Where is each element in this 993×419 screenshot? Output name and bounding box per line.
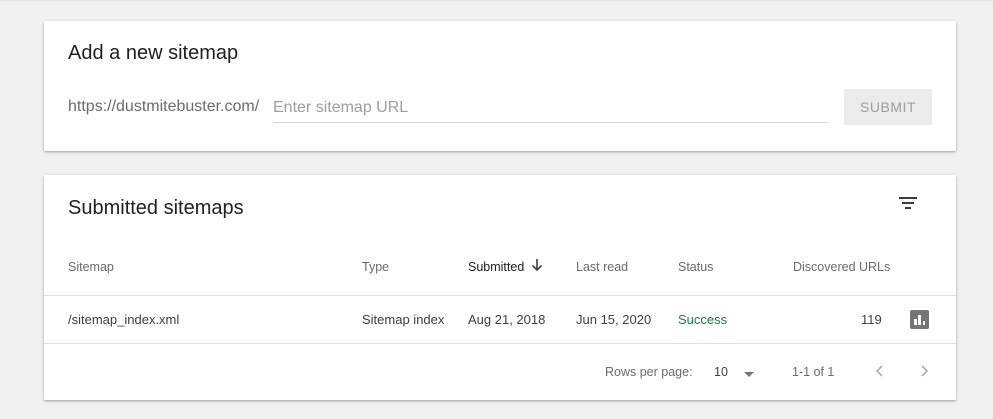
pagination-range: 1-1 of 1 xyxy=(792,365,835,379)
column-header-type[interactable]: Type xyxy=(362,260,389,274)
cell-status: Success xyxy=(678,312,728,327)
cell-sitemap: /sitemap_index.xml xyxy=(68,312,180,327)
row-divider xyxy=(44,343,956,344)
top-shadow-strip xyxy=(0,0,993,2)
cell-type: Sitemap index xyxy=(362,312,445,327)
cell-last-read: Jun 15, 2020 xyxy=(576,312,652,327)
cell-discovered-urls: 119 xyxy=(861,312,882,327)
rows-per-page-value: 10 xyxy=(714,365,728,379)
chevron-left-icon xyxy=(875,365,883,377)
bar-chart-icon[interactable] xyxy=(910,310,929,329)
column-header-submitted[interactable]: Submitted xyxy=(468,260,524,274)
submitted-sitemaps-card: Submitted sitemaps Sitemap Type Submitte… xyxy=(44,175,956,400)
submitted-sitemaps-title: Submitted sitemaps xyxy=(68,197,244,219)
cell-submitted: Aug 21, 2018 xyxy=(468,312,546,327)
next-page-button[interactable] xyxy=(914,361,934,381)
rows-per-page-label: Rows per page: xyxy=(605,365,693,379)
column-header-sitemap[interactable]: Sitemap xyxy=(68,260,114,274)
filter-button[interactable] xyxy=(894,191,922,217)
submit-button[interactable]: SUBMIT xyxy=(844,89,932,125)
filter-icon xyxy=(899,197,917,209)
previous-page-button[interactable] xyxy=(870,361,890,381)
sitemap-url-input[interactable] xyxy=(273,93,828,123)
chevron-right-icon xyxy=(921,365,929,377)
sitemap-url-prefix: https://dustmitebuster.com/ xyxy=(68,98,260,115)
column-header-last-read[interactable]: Last read xyxy=(576,260,628,274)
rows-per-page-select[interactable]: 10 xyxy=(714,364,758,382)
add-sitemap-card: Add a new sitemap https://dustmitebuster… xyxy=(44,21,956,151)
arrow-down-icon[interactable] xyxy=(530,257,544,273)
add-sitemap-title: Add a new sitemap xyxy=(68,42,239,64)
column-header-discovered-urls[interactable]: Discovered URLs xyxy=(793,260,890,274)
column-header-status[interactable]: Status xyxy=(678,260,713,274)
chevron-down-icon xyxy=(744,372,754,377)
